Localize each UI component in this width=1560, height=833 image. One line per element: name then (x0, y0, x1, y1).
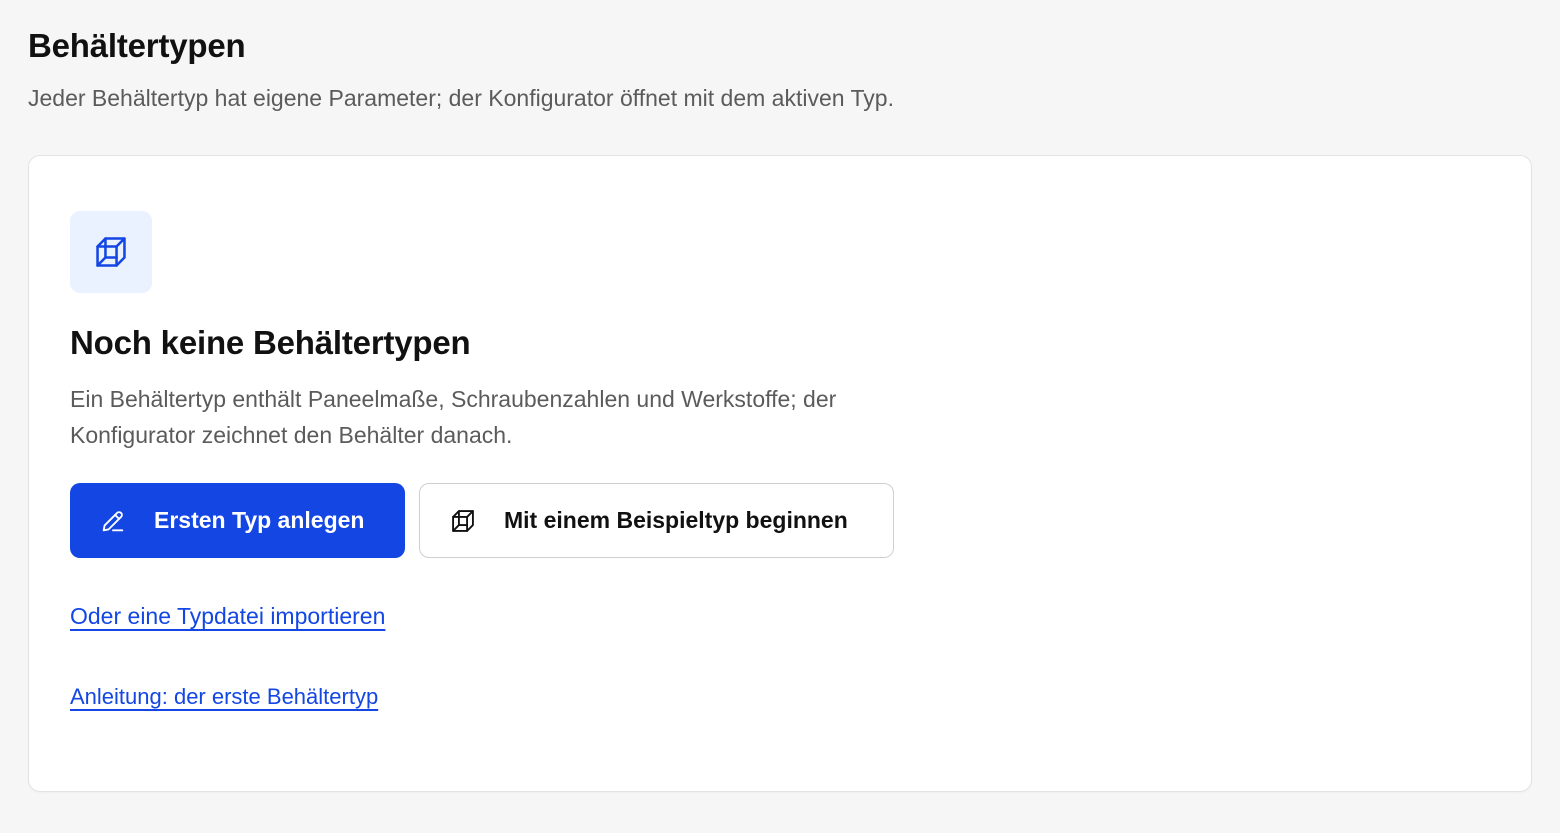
page-subtitle: Jeder Behältertyp hat eigene Parameter; … (28, 85, 894, 111)
page-header: Behältertypen Jeder Behältertyp hat eige… (28, 24, 1532, 114)
box-icon (448, 506, 478, 536)
first-type-guide-link[interactable]: Anleitung: der erste Behältertyp (70, 681, 1490, 713)
start-with-example-label: Mit einem Beispieltyp beginnen (504, 507, 848, 533)
pencil-icon (98, 506, 128, 536)
empty-state-links: Oder eine Typdatei importieren Anleitung… (70, 600, 1490, 713)
empty-state-title: Noch keine Behältertypen (70, 324, 471, 361)
empty-state-description: Ein Behältertyp enthält Paneelmaße, Schr… (70, 386, 837, 448)
create-first-type-label: Ersten Typ anlegen (154, 507, 365, 533)
import-type-file-link[interactable]: Oder eine Typdatei importieren (70, 600, 1490, 632)
empty-state-card: Noch keine Behältertypen Ein Behältertyp… (28, 155, 1532, 792)
empty-state-actions: Ersten Typ anlegen Mit einem Beispieltyp… (70, 483, 1490, 558)
box-icon (96, 237, 126, 267)
page-title: Behältertypen (28, 27, 246, 64)
empty-state-icon-tile (70, 211, 152, 293)
start-with-example-button[interactable]: Mit einem Beispieltyp beginnen (419, 483, 894, 558)
create-first-type-button[interactable]: Ersten Typ anlegen (70, 483, 405, 558)
empty-state-content: Noch keine Behältertypen Ein Behältertyp… (70, 211, 1490, 713)
